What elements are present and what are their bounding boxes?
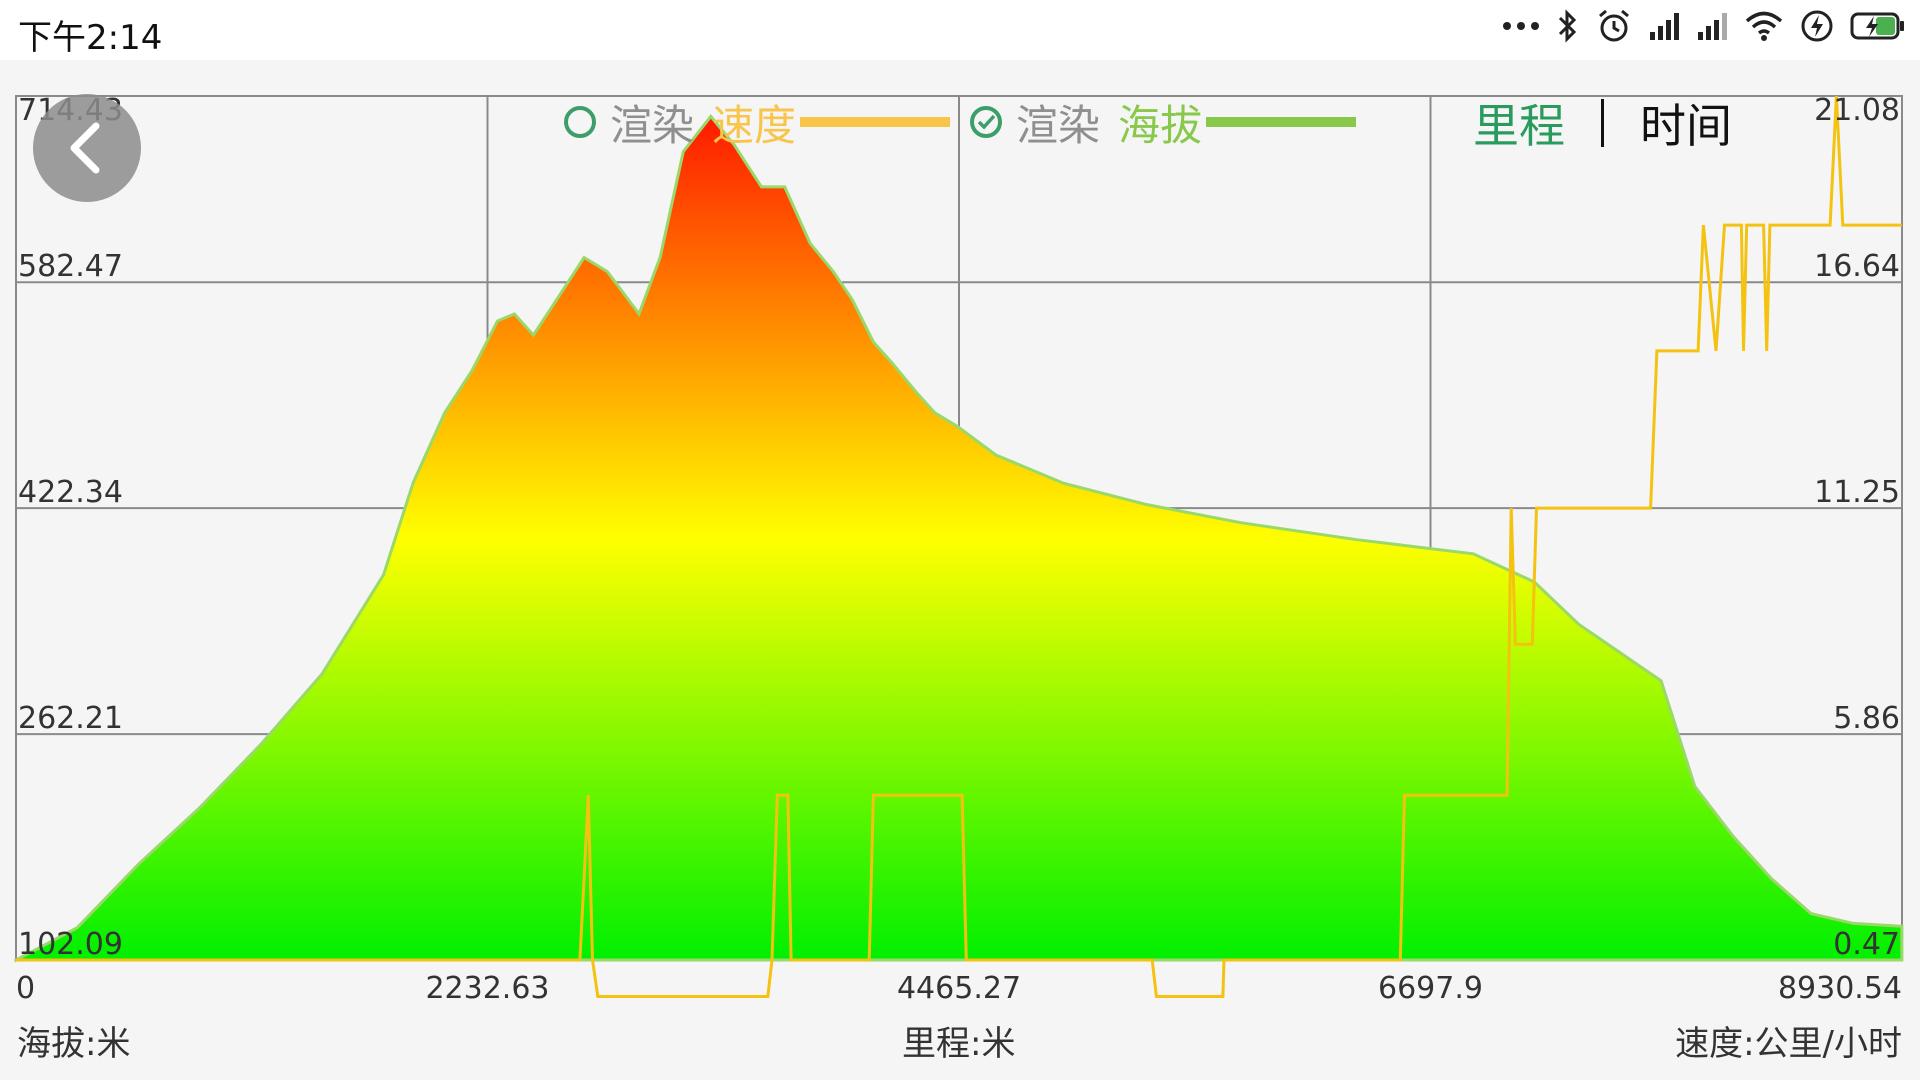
x-tick-1: 2232.63 — [425, 971, 549, 1006]
wifi-icon — [1744, 10, 1784, 42]
legend-altitude[interactable]: 渲染 海拔 — [970, 92, 1357, 152]
chart-area[interactable]: 714.43582.47422.34262.21102.0921.0816.64… — [0, 60, 1920, 1080]
signal-icon — [1648, 10, 1680, 42]
radio-unchecked-icon[interactable] — [564, 106, 596, 138]
x-tick-4: 8930.54 — [1778, 971, 1902, 1006]
battery-icon — [1850, 11, 1906, 41]
x-tick-2: 4465.27 — [897, 971, 1021, 1006]
status-bar: 下午2:14 — [0, 0, 1920, 60]
charging-icon — [1800, 9, 1834, 43]
chevron-left-icon — [70, 122, 100, 174]
y-right-tick-3: 5.86 — [1833, 701, 1900, 736]
more-dots-icon — [1502, 21, 1540, 31]
status-icons — [1502, 8, 1906, 44]
y-left-tick-1: 582.47 — [18, 249, 123, 284]
legend-speed[interactable]: 渲染 速度 — [564, 92, 951, 152]
unit-right: 速度:公里/小时 — [1675, 1024, 1902, 1064]
unit-center: 里程:米 — [902, 1024, 1016, 1064]
bluetooth-icon — [1556, 8, 1580, 44]
legend-speed-swatch — [800, 117, 951, 127]
back-button[interactable] — [33, 94, 141, 202]
legend-altitude-swatch — [1206, 117, 1357, 127]
legend-altitude-render-label: 渲染 — [1016, 100, 1101, 150]
y-right-tick-4: 0.47 — [1833, 927, 1900, 962]
x-tick-3: 6697.9 — [1378, 971, 1483, 1006]
y-right-tick-0: 21.08 — [1814, 93, 1900, 128]
status-time: 下午2:14 — [18, 18, 163, 58]
toggle-divider — [1601, 99, 1604, 147]
y-left-tick-4: 102.09 — [18, 927, 123, 962]
legend-speed-name: 速度 — [712, 100, 797, 150]
signal-icon-2 — [1696, 10, 1728, 42]
y-left-tick-2: 422.34 — [18, 475, 123, 510]
chart-svg[interactable]: 714.43582.47422.34262.21102.0921.0816.64… — [0, 60, 1920, 1080]
y-left-tick-3: 262.21 — [18, 701, 123, 736]
x-tick-0: 0 — [16, 971, 35, 1006]
y-right-tick-2: 11.25 — [1814, 475, 1900, 510]
y-right-tick-1: 16.64 — [1814, 249, 1900, 284]
xaxis-mode-toggle: 里程 时间 — [1473, 90, 1732, 156]
legend-altitude-name: 海拔 — [1118, 100, 1203, 150]
alarm-icon — [1596, 8, 1632, 44]
unit-left: 海拔:米 — [17, 1024, 131, 1064]
legend-speed-render-label: 渲染 — [610, 100, 695, 150]
toggle-distance[interactable]: 里程 — [1473, 90, 1565, 156]
checkmark-circle-icon[interactable] — [970, 106, 1002, 138]
toggle-time[interactable]: 时间 — [1640, 90, 1732, 156]
